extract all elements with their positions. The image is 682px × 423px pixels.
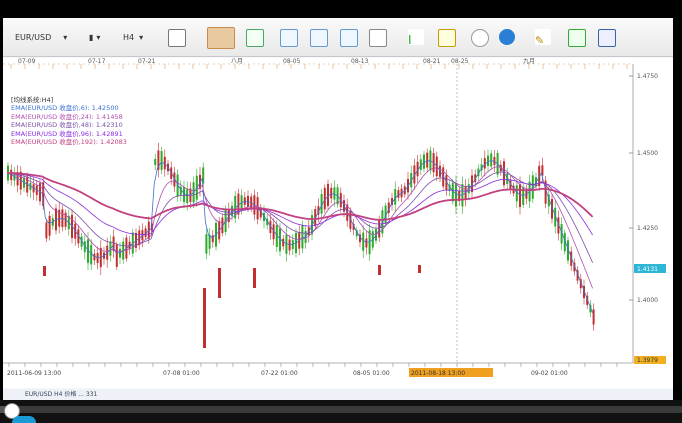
globe-icon[interactable] [499,29,515,45]
progress-bar[interactable] [0,406,682,413]
legend-item: EMA(EUR/USD 收盘价,24): 1.41458 [11,112,123,121]
candle-body [240,195,243,209]
candle-body [592,309,595,325]
crosshair-icon[interactable] [369,29,387,47]
candle-body [426,152,429,168]
top-date-label: 07-09 [18,58,36,65]
top-date-label: 07-21 [138,58,156,65]
bottom-date-label: 2011-08-18 13:00 [411,370,465,377]
top-date-label: 八月 [231,58,243,65]
line-chart-icon[interactable] [168,29,186,47]
top-date-label: 08-21 [423,58,441,65]
play-indicator [12,416,36,423]
low-price-label: 1.3979 [637,357,658,364]
candle-body [93,253,96,261]
candle-body [253,268,256,288]
candle-body [285,234,288,254]
candle-body [48,215,51,236]
top-black-bar [0,0,682,18]
zoom-in-icon[interactable] [280,29,298,47]
candle-body [378,265,381,275]
chevron-down-icon: ▾ [139,32,144,42]
period-label: H4 [123,32,135,42]
text-tool-icon[interactable]: I [408,29,424,47]
chevron-down-icon: ▾ [96,32,101,42]
candle-body [205,234,208,254]
bottom-date-label: 07-22 01:00 [261,370,298,377]
bottom-date-label: 08-05 01:00 [353,370,390,377]
candle-body [423,154,425,169]
zoom-out-icon[interactable] [310,29,328,47]
toggle-chart-button[interactable] [207,27,235,49]
top-date-label: 九月 [523,58,535,65]
candle-body [519,183,521,208]
bottom-date-label: 09-02 01:00 [531,370,568,377]
image-icon[interactable] [568,29,586,47]
bottom-date-label: 07-08 01:00 [163,370,200,377]
current-price-label: 1.4131 [637,266,658,273]
toolbar: EUR/USD ▾ ▮ ▾ H4 ▾ I ✎ [3,18,673,57]
candle-body [183,186,185,202]
candle-body [203,288,206,348]
candle-body [333,187,336,200]
trading-window: EUR/USD ▾ ▮ ▾ H4 ▾ I ✎ 1.4750 1.4500 1.4… [3,18,673,400]
y-tick-label: 1.4500 [637,150,658,157]
candle-body [362,232,365,251]
candle-body [515,185,518,202]
top-date-label: 08-25 [451,58,469,65]
candle-body [330,187,333,199]
status-text: EUR/USD H4 价格 ... 331 [25,391,98,398]
chart-type-select[interactable]: ▮ ▾ [89,27,100,47]
candle-body [327,183,329,206]
grid-icon[interactable] [246,29,264,47]
legend-item: EMA(EUR/USD 收盘价,6): 1.42500 [11,104,119,113]
y-tick-label: 1.4750 [637,73,658,80]
legend-item: EMA(EUR/USD 收盘价,48): 1.42310 [11,121,123,130]
candle-body [365,238,368,248]
candle-body [490,153,493,167]
top-date-label: 08-05 [283,58,301,65]
candle-body [160,151,163,170]
period-select[interactable]: H4 ▾ [123,27,143,47]
chevron-down-icon: ▾ [63,32,68,42]
y-tick-label: 1.4250 [637,225,658,232]
candle-icon: ▮ [89,32,94,42]
note-icon[interactable] [438,29,456,47]
window-icon[interactable] [598,29,616,47]
refresh-icon[interactable] [471,29,489,47]
candle-body [418,265,421,273]
legend: [均线系统:H4] EMA(EUR/USD 收盘价,6): 1.42500 EMA… [11,96,127,146]
candle-body [397,190,400,198]
chart-area[interactable]: 1.4750 1.4500 1.4250 1.4000 1.4131 1.3979 07-… [3,57,673,388]
legend-item: EMA(EUR/USD 收盘价,192): 1.42083 [11,138,127,147]
pencil-icon[interactable]: ✎ [535,29,551,47]
bottom-date-label: 2011-06-09 13:00 [7,370,61,377]
candle-body [115,244,118,267]
candle-body [301,225,304,249]
candle-body [243,197,246,205]
candle-body [218,268,221,298]
status-bar: EUR/USD H4 价格 ... 331 [3,389,673,400]
candle-body [483,158,486,169]
candle-body [455,183,457,207]
candle-body [186,188,189,204]
candle-body [288,239,291,251]
top-date-label: 07-17 [88,58,106,65]
candle-body [96,253,99,263]
symbol-label: EUR/USD [15,32,52,42]
candle-body [394,189,397,205]
candle-body [154,158,157,166]
legend-item: EMA(EUR/USD 收盘价,96): 1.42891 [11,129,123,138]
y-tick-label: 1.4000 [637,297,658,304]
fit-icon[interactable] [340,29,358,47]
top-date-label: 08-13 [351,58,369,65]
symbol-select[interactable]: EUR/USD ▾ [15,27,67,47]
candle-body [487,155,489,166]
candle-body [43,266,46,276]
candle-body [45,222,48,239]
